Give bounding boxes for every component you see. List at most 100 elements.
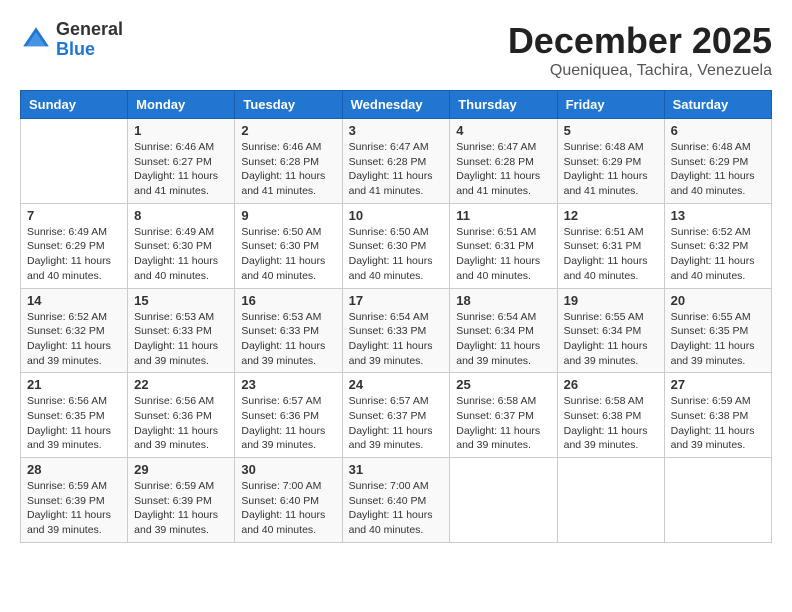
weekday-header: Wednesday [342,91,450,119]
calendar-cell: 15 Sunrise: 6:53 AMSunset: 6:33 PMDayligh… [128,288,235,373]
day-number: 10 [349,208,444,223]
day-number: 27 [671,377,765,392]
day-info: Sunrise: 6:49 AMSunset: 6:30 PMDaylight:… [134,225,228,284]
day-info: Sunrise: 6:48 AMSunset: 6:29 PMDaylight:… [671,140,765,199]
day-number: 5 [564,123,658,138]
day-number: 21 [27,377,121,392]
calendar-cell: 9Sunrise: 6:50 AMSunset: 6:30 PMDaylight… [235,203,342,288]
calendar-cell [557,458,664,543]
calendar-cell: 12 Sunrise: 6:51 AMSunset: 6:31 PMDayligh… [557,203,664,288]
logo-text: General Blue [56,20,123,60]
day-number: 28 [27,462,121,477]
day-number: 13 [671,208,765,223]
weekday-row: SundayMondayTuesdayWednesdayThursdayFrid… [21,91,772,119]
day-info: Sunrise: 6:46 AMSunset: 6:27 PMDaylight:… [134,140,228,199]
calendar-cell: 29 Sunrise: 6:59 AMSunset: 6:39 PMDayligh… [128,458,235,543]
day-info: Sunrise: 6:51 AMSunset: 6:31 PMDaylight:… [456,225,550,284]
weekday-header: Saturday [664,91,771,119]
calendar-week-row: 28 Sunrise: 6:59 AMSunset: 6:39 PMDayligh… [21,458,772,543]
calendar-cell: 20Sunrise: 6:55 AMSunset: 6:35 PMDayligh… [664,288,771,373]
logo-blue: Blue [56,39,95,59]
day-info: Sunrise: 7:00 AMSunset: 6:40 PMDaylight:… [241,479,335,538]
calendar-cell: 16 Sunrise: 6:53 AMSunset: 6:33 PMDayligh… [235,288,342,373]
calendar-cell: 6Sunrise: 6:48 AMSunset: 6:29 PMDaylight… [664,119,771,204]
day-info: Sunrise: 6:56 AMSunset: 6:35 PMDaylight:… [27,394,121,453]
day-info: Sunrise: 6:46 AMSunset: 6:28 PMDaylight:… [241,140,335,199]
day-info: Sunrise: 6:58 AMSunset: 6:37 PMDaylight:… [456,394,550,453]
weekday-header: Tuesday [235,91,342,119]
day-info: Sunrise: 6:50 AMSunset: 6:30 PMDaylight:… [349,225,444,284]
day-number: 16 [241,293,335,308]
day-info: Sunrise: 6:52 AMSunset: 6:32 PMDaylight:… [27,310,121,369]
calendar-header: SundayMondayTuesdayWednesdayThursdayFrid… [21,91,772,119]
calendar-cell: 23 Sunrise: 6:57 AMSunset: 6:36 PMDayligh… [235,373,342,458]
day-number: 8 [134,208,228,223]
day-number: 4 [456,123,550,138]
month-title: December 2025 [508,20,772,62]
calendar-cell: 27 Sunrise: 6:59 AMSunset: 6:38 PMDayligh… [664,373,771,458]
day-number: 19 [564,293,658,308]
day-info: Sunrise: 6:55 AMSunset: 6:34 PMDaylight:… [564,310,658,369]
calendar-cell [21,119,128,204]
calendar-cell: 10 Sunrise: 6:50 AMSunset: 6:30 PMDayligh… [342,203,450,288]
calendar-week-row: 21 Sunrise: 6:56 AMSunset: 6:35 PMDayligh… [21,373,772,458]
weekday-header: Sunday [21,91,128,119]
calendar-cell: 25 Sunrise: 6:58 AMSunset: 6:37 PMDayligh… [450,373,557,458]
day-info: Sunrise: 6:57 AMSunset: 6:37 PMDaylight:… [349,394,444,453]
calendar-body: 1 Sunrise: 6:46 AMSunset: 6:27 PMDaylight… [21,119,772,543]
logo-general: General [56,19,123,39]
weekday-header: Monday [128,91,235,119]
day-info: Sunrise: 6:54 AMSunset: 6:33 PMDaylight:… [349,310,444,369]
calendar-week-row: 14 Sunrise: 6:52 AMSunset: 6:32 PMDayligh… [21,288,772,373]
day-info: Sunrise: 7:00 AMSunset: 6:40 PMDaylight:… [349,479,444,538]
day-info: Sunrise: 6:57 AMSunset: 6:36 PMDaylight:… [241,394,335,453]
day-number: 2 [241,123,335,138]
calendar-cell: 13Sunrise: 6:52 AMSunset: 6:32 PMDayligh… [664,203,771,288]
calendar-cell: 1 Sunrise: 6:46 AMSunset: 6:27 PMDaylight… [128,119,235,204]
day-number: 3 [349,123,444,138]
day-number: 17 [349,293,444,308]
day-info: Sunrise: 6:56 AMSunset: 6:36 PMDaylight:… [134,394,228,453]
calendar-cell: 3 Sunrise: 6:47 AMSunset: 6:28 PMDaylight… [342,119,450,204]
calendar-week-row: 7Sunrise: 6:49 AMSunset: 6:29 PMDaylight… [21,203,772,288]
day-info: Sunrise: 6:47 AMSunset: 6:28 PMDaylight:… [349,140,444,199]
calendar-cell: 24 Sunrise: 6:57 AMSunset: 6:37 PMDayligh… [342,373,450,458]
day-info: Sunrise: 6:59 AMSunset: 6:38 PMDaylight:… [671,394,765,453]
day-info: Sunrise: 6:54 AMSunset: 6:34 PMDaylight:… [456,310,550,369]
calendar-cell: 11 Sunrise: 6:51 AMSunset: 6:31 PMDayligh… [450,203,557,288]
day-info: Sunrise: 6:47 AMSunset: 6:28 PMDaylight:… [456,140,550,199]
day-number: 18 [456,293,550,308]
day-number: 14 [27,293,121,308]
day-number: 29 [134,462,228,477]
calendar-cell: 21 Sunrise: 6:56 AMSunset: 6:35 PMDayligh… [21,373,128,458]
calendar-cell [664,458,771,543]
day-info: Sunrise: 6:53 AMSunset: 6:33 PMDaylight:… [241,310,335,369]
title-area: December 2025 Queniquea, Tachira, Venezu… [508,20,772,80]
calendar-cell: 5Sunrise: 6:48 AMSunset: 6:29 PMDaylight… [557,119,664,204]
day-number: 23 [241,377,335,392]
weekday-header: Friday [557,91,664,119]
calendar-cell: 14 Sunrise: 6:52 AMSunset: 6:32 PMDayligh… [21,288,128,373]
day-info: Sunrise: 6:49 AMSunset: 6:29 PMDaylight:… [27,225,121,284]
calendar-cell: 28Sunrise: 6:59 AMSunset: 6:39 PMDayligh… [21,458,128,543]
calendar-cell: 31 Sunrise: 7:00 AMSunset: 6:40 PMDayligh… [342,458,450,543]
day-info: Sunrise: 6:59 AMSunset: 6:39 PMDaylight:… [134,479,228,538]
calendar-cell: 2 Sunrise: 6:46 AMSunset: 6:28 PMDaylight… [235,119,342,204]
day-number: 1 [134,123,228,138]
day-number: 22 [134,377,228,392]
day-info: Sunrise: 6:51 AMSunset: 6:31 PMDaylight:… [564,225,658,284]
day-number: 12 [564,208,658,223]
day-number: 26 [564,377,658,392]
day-number: 24 [349,377,444,392]
location-title: Queniquea, Tachira, Venezuela [508,62,772,80]
day-info: Sunrise: 6:53 AMSunset: 6:33 PMDaylight:… [134,310,228,369]
day-number: 25 [456,377,550,392]
day-number: 15 [134,293,228,308]
day-number: 30 [241,462,335,477]
weekday-header: Thursday [450,91,557,119]
header: General Blue December 2025 Queniquea, Ta… [20,20,772,80]
calendar-cell: 8 Sunrise: 6:49 AMSunset: 6:30 PMDaylight… [128,203,235,288]
calendar-table: SundayMondayTuesdayWednesdayThursdayFrid… [20,90,772,543]
day-number: 31 [349,462,444,477]
day-number: 11 [456,208,550,223]
